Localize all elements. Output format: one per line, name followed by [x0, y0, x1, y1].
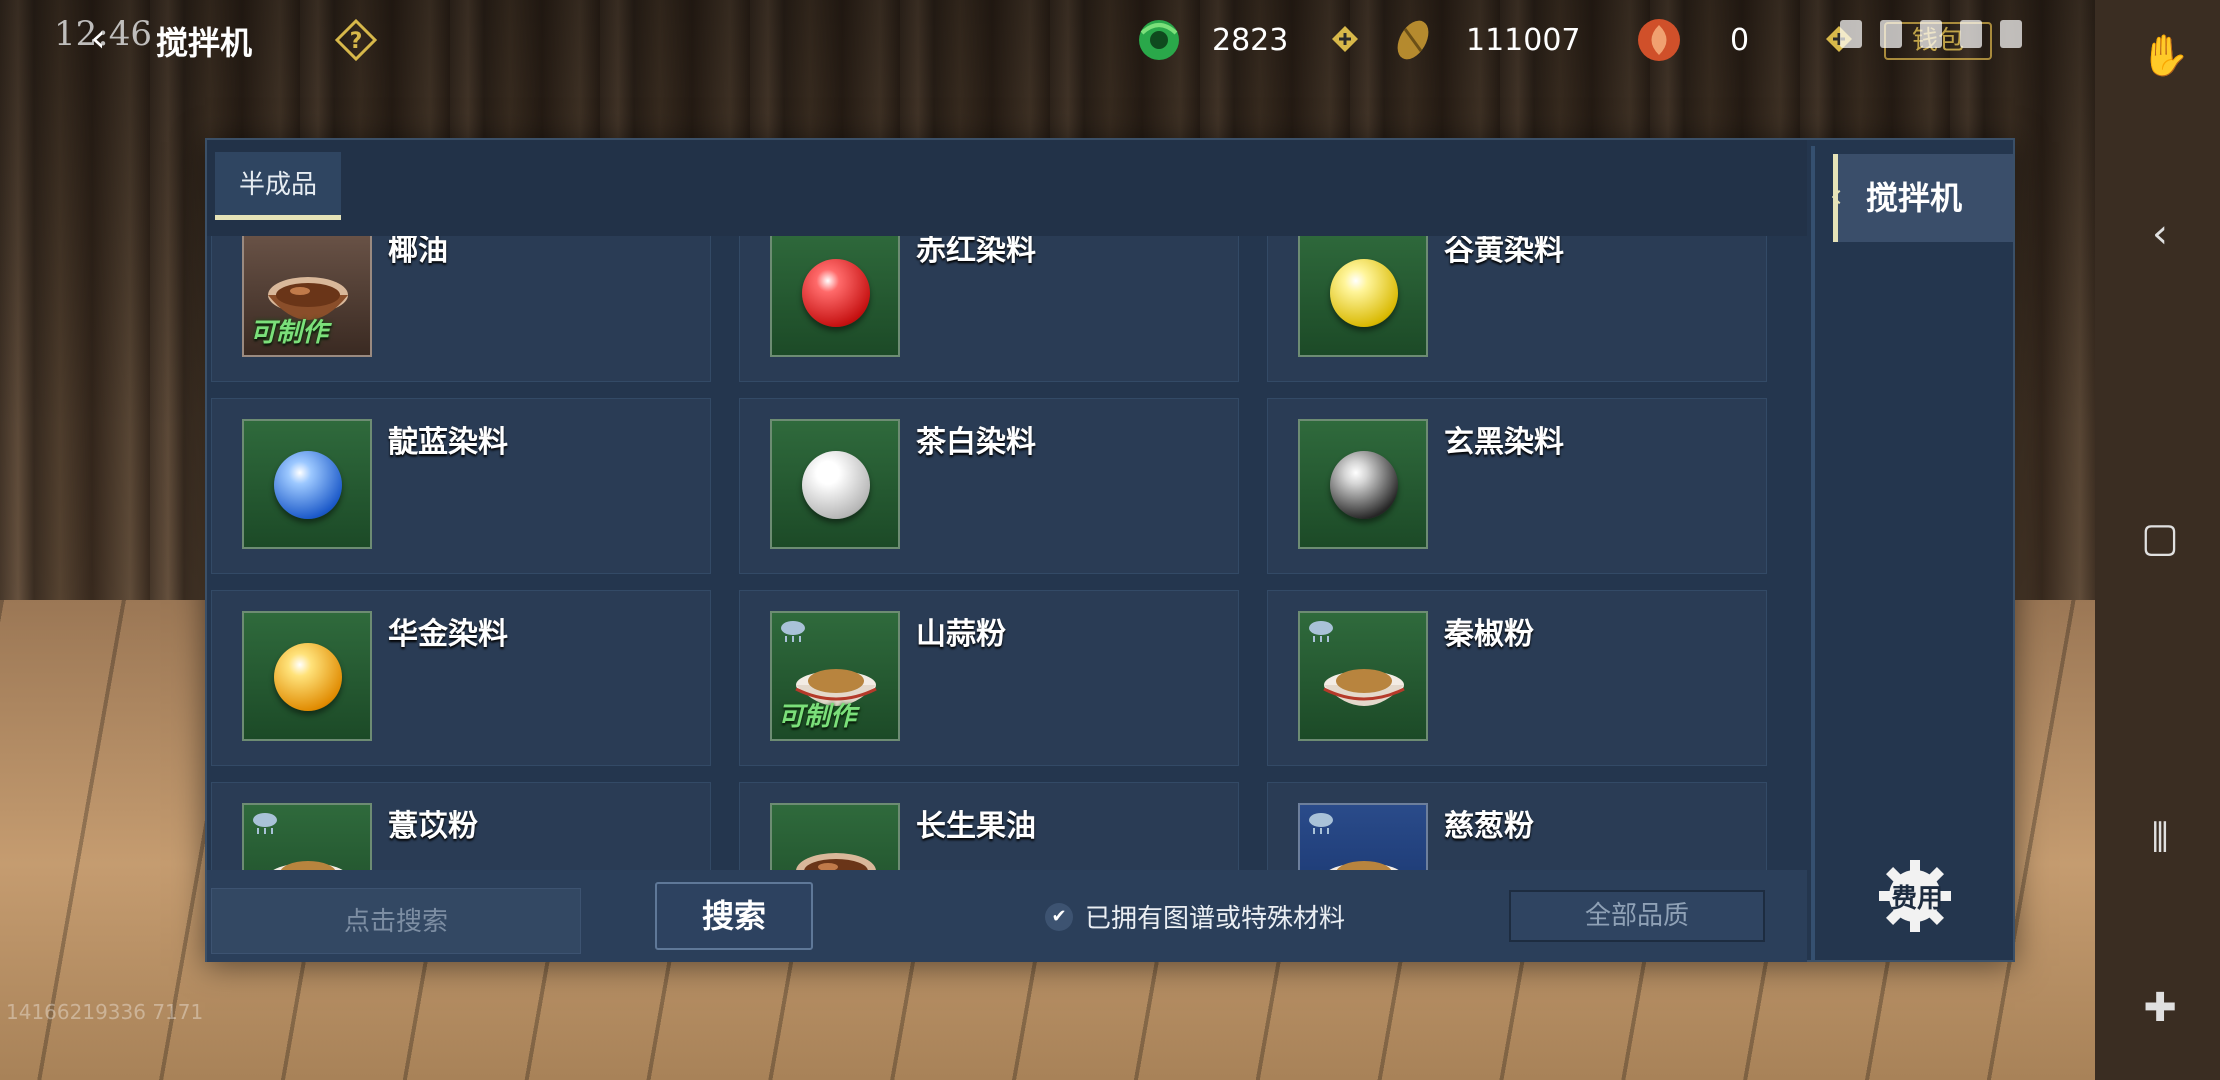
- craftable-badge: 可制作: [778, 702, 857, 732]
- item-name: 谷黄染料: [1444, 236, 1564, 268]
- quality-filter-button[interactable]: 全部品质: [1509, 890, 1765, 942]
- powder-bowl-icon: [242, 803, 372, 870]
- blue-orb: [274, 451, 342, 519]
- red-token-icon: [1638, 19, 1680, 61]
- crafting-panel: 半成品 可制作 椰油 赤红染料 谷黄染料 靛蓝染料 茶白染料 玄黑染料 华金染料 可制作 山蒜粉秦…: [205, 138, 2015, 962]
- gold-orb: [274, 643, 342, 711]
- search-button[interactable]: 搜索: [655, 882, 813, 950]
- page-title: 搅拌机: [156, 24, 253, 62]
- rain-cloud-icon: [253, 813, 277, 834]
- oil-bowl-icon: [796, 853, 876, 870]
- jade-coin-icon: [1139, 20, 1179, 60]
- red-orb: [802, 259, 870, 327]
- item-card[interactable]: 秦椒粉: [1267, 590, 1767, 766]
- resource-red: 0: [1634, 14, 1749, 66]
- powder-bowl-icon: [1298, 611, 1428, 741]
- powder-bowl-icon: [273, 861, 343, 870]
- svg-text:?: ?: [350, 29, 363, 54]
- resource-jade: 2823: [1134, 14, 1288, 66]
- yellow-orb: [1330, 259, 1398, 327]
- rain-cloud-icon: [781, 621, 805, 642]
- signal-icon: [1960, 20, 1982, 48]
- bottom-toolbar: 点击搜索 搜索 ✔ 已拥有图谱或特殊材料 全部品质: [207, 870, 1807, 962]
- side-tab-mixer[interactable]: 搅拌机: [1833, 154, 2013, 242]
- powder-bowl-icon: [1323, 669, 1405, 706]
- tab-semi-finished[interactable]: 半成品: [215, 152, 341, 220]
- category-tabs: 半成品: [207, 140, 1807, 236]
- battery-icon: [2000, 20, 2022, 48]
- nav-recents-icon[interactable]: ⦀: [2140, 818, 2180, 858]
- item-card[interactable]: 薏苡粉: [211, 782, 711, 870]
- wifi-icon: [1920, 20, 1942, 48]
- alarm-icon: [1840, 20, 1862, 48]
- red-orb-icon: [770, 236, 900, 357]
- item-card[interactable]: 赤红染料: [739, 236, 1239, 382]
- watermark-text: 14166219336 7171: [6, 1000, 204, 1024]
- rain-cloud-icon: [1309, 621, 1333, 642]
- top-bar: 12:46 ‹ 搅拌机 ? 2823 111007 0 钱包: [0, 0, 2095, 80]
- resource-copper: 111007: [1388, 14, 1581, 66]
- owned-filter-label: 已拥有图谱或特殊材料: [1085, 904, 1346, 934]
- item-grid: 可制作 椰油 赤红染料 谷黄染料 靛蓝染料 茶白染料 玄黑染料 华金染料 可制作 山蒜粉 秦椒粉 薏苡…: [211, 236, 1771, 870]
- question-diamond-icon[interactable]: ?: [334, 18, 378, 62]
- resource-copper-value: 111007: [1466, 22, 1581, 58]
- resource-red-value: 0: [1730, 22, 1750, 58]
- powder-bowl-icon: [1298, 803, 1428, 870]
- item-card[interactable]: 茶白染料: [739, 398, 1239, 574]
- white-orb-icon: [770, 419, 900, 549]
- item-card[interactable]: 谷黄染料: [1267, 236, 1767, 382]
- nav-home-icon[interactable]: ▢: [2140, 518, 2180, 558]
- search-input[interactable]: 点击搜索: [211, 888, 581, 954]
- item-card[interactable]: 长生果油: [739, 782, 1239, 870]
- item-name: 长生果油: [916, 809, 1036, 844]
- gold-orb-icon: [242, 611, 372, 741]
- item-name: 慈葱粉: [1444, 809, 1534, 844]
- item-grid-viewport[interactable]: 可制作 椰油 赤红染料 谷黄染料 靛蓝染料 茶白染料 玄黑染料 华金染料 可制作 山蒜粉 秦椒粉 薏苡…: [211, 236, 1771, 870]
- oil-bowl-icon: 可制作: [242, 236, 372, 357]
- item-name: 赤红染料: [916, 236, 1036, 268]
- resource-jade-value: 2823: [1212, 22, 1289, 58]
- item-name: 茶白染料: [916, 425, 1036, 460]
- mute-icon: [1880, 20, 1902, 48]
- system-status-icons: [1840, 14, 2040, 54]
- oil-bowl-icon: [770, 803, 900, 870]
- rain-cloud-icon: [1309, 813, 1333, 834]
- yellow-orb-icon: [1298, 236, 1428, 357]
- powder-bowl-icon: 可制作: [770, 611, 900, 741]
- panel-divider: [1811, 146, 1815, 960]
- item-name: 靛蓝染料: [388, 425, 508, 460]
- black-orb: [1330, 451, 1398, 519]
- black-orb-icon: [1298, 419, 1428, 549]
- item-card[interactable]: 靛蓝染料: [211, 398, 711, 574]
- add-jade-icon[interactable]: [1330, 24, 1360, 54]
- item-name: 华金染料: [388, 617, 508, 652]
- item-name: 玄黑染料: [1444, 425, 1564, 460]
- touch-lock-icon[interactable]: ✋: [2140, 36, 2190, 76]
- item-card[interactable]: 玄黑染料: [1267, 398, 1767, 574]
- owned-filter-checkbox[interactable]: ✔ 已拥有图谱或特殊材料: [1045, 898, 1345, 935]
- checkmark-icon[interactable]: ✔: [1045, 902, 1073, 931]
- nav-back-icon[interactable]: ‹: [2140, 214, 2180, 254]
- copper-coin-icon: [1397, 20, 1429, 60]
- item-name: 山蒜粉: [916, 617, 1006, 652]
- item-card[interactable]: 可制作 椰油: [211, 236, 711, 382]
- game-controller-icon[interactable]: ✚: [2140, 988, 2180, 1028]
- item-name: 薏苡粉: [388, 809, 478, 844]
- blue-orb-icon: [242, 419, 372, 549]
- item-card[interactable]: 可制作 山蒜粉: [739, 590, 1239, 766]
- white-orb: [802, 451, 870, 519]
- item-name: 椰油: [388, 236, 448, 268]
- item-name: 秦椒粉: [1444, 617, 1534, 652]
- craftable-badge: 可制作: [250, 318, 329, 348]
- settings-label: 费用: [1890, 884, 1943, 914]
- item-card[interactable]: 慈葱粉: [1267, 782, 1767, 870]
- powder-bowl-icon: [1329, 861, 1399, 870]
- item-card[interactable]: 华金染料: [211, 590, 711, 766]
- back-arrow-icon[interactable]: ‹: [78, 16, 118, 60]
